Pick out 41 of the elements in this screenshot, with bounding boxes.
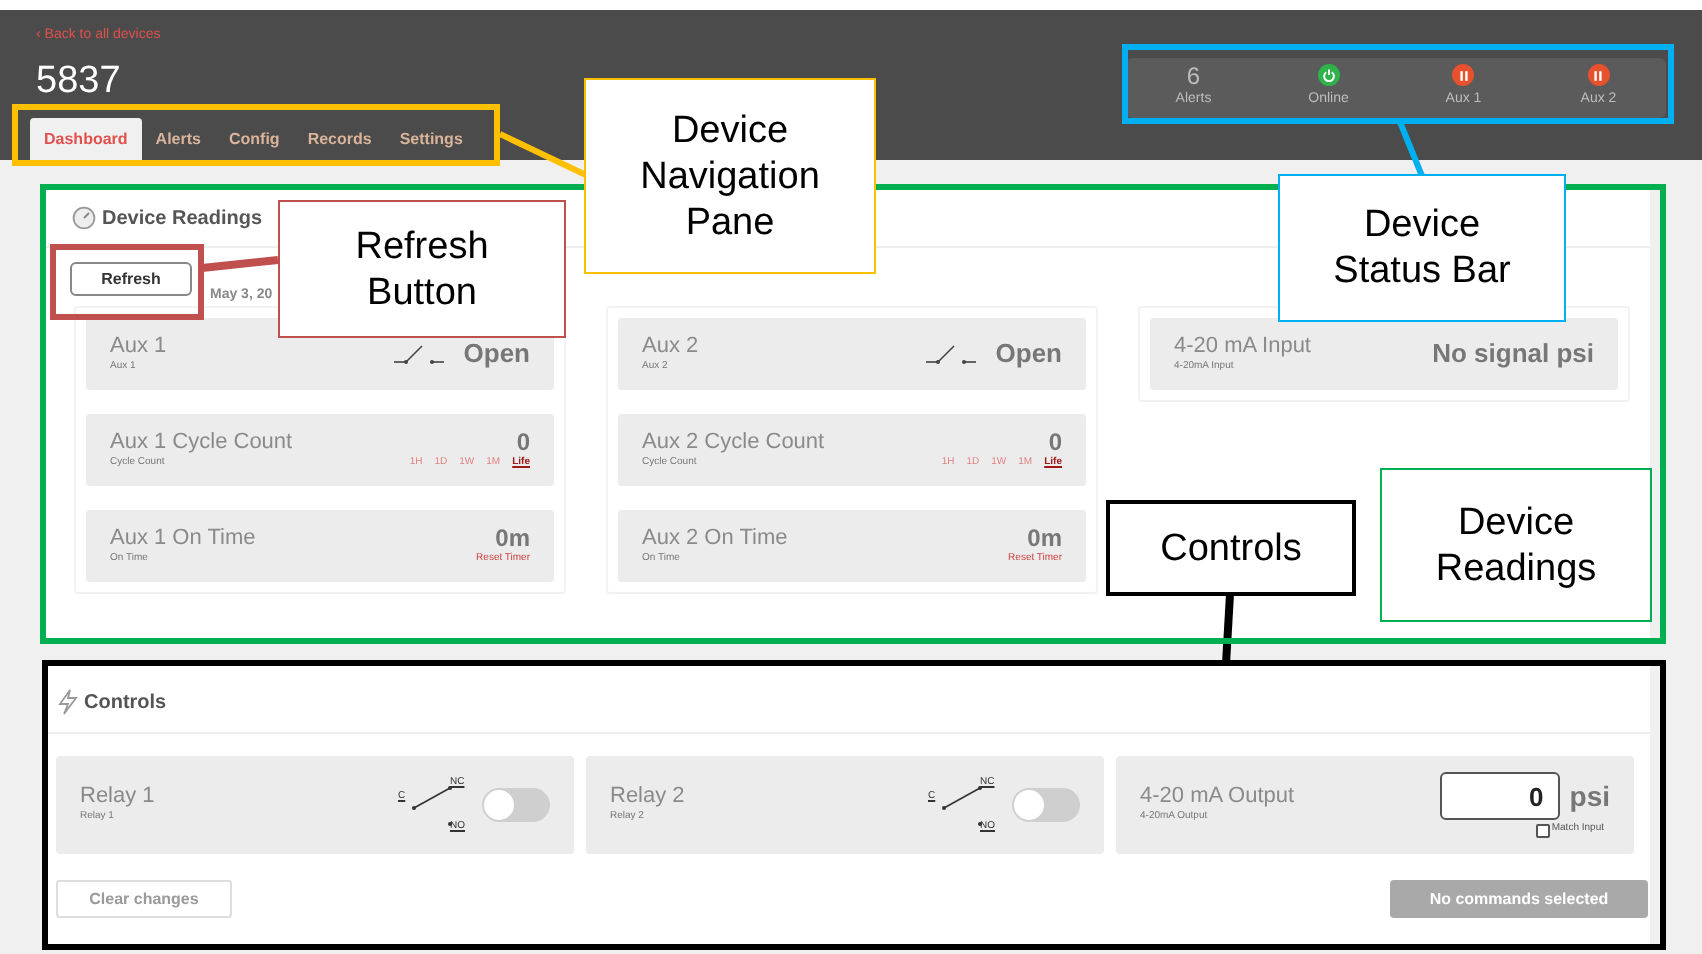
tile-title: 4-20 mA Input: [1174, 333, 1311, 360]
nav-tab[interactable]: Config: [214, 118, 294, 160]
switch-icon: [925, 341, 980, 367]
section-title: Controls: [84, 689, 167, 717]
toggle-switch[interactable]: [1012, 788, 1080, 822]
nav-tab[interactable]: Records: [293, 118, 386, 160]
lightning-icon: [56, 688, 80, 716]
callout-label: Refresh Button: [278, 200, 566, 338]
tile-title: Aux 1 Cycle Count: [110, 429, 293, 456]
reading-value: 0: [1048, 428, 1062, 457]
reading-value: 0m: [1027, 524, 1062, 553]
nav-tab[interactable]: Alerts: [141, 118, 215, 160]
callout-label: Device Navigation Pane: [584, 78, 876, 274]
reading-value: Open: [463, 336, 530, 373]
tile-title: Aux 2 On Time: [642, 525, 788, 552]
tile-title: Aux 2 Cycle Count: [642, 429, 825, 456]
tile-title: 4-20 mA Output: [1140, 784, 1295, 811]
section-title: Device Readings: [102, 205, 263, 233]
toggle-switch[interactable]: [482, 788, 550, 822]
callout-label: Device Status Bar: [1278, 174, 1566, 322]
nav-tab[interactable]: Dashboard: [30, 118, 142, 160]
tile-title: Aux 2: [642, 333, 699, 360]
reading-value: 0m: [495, 524, 530, 553]
reading-value: Open: [995, 336, 1062, 373]
checkbox[interactable]: [1535, 823, 1550, 837]
device-title: 5837: [36, 61, 121, 99]
callout-label: Device Readings: [1380, 468, 1652, 622]
tile-title: Aux 1: [110, 333, 167, 360]
tile-title: Relay 1: [80, 784, 155, 811]
reading-value: No signal psi: [1432, 336, 1594, 373]
alert-count: 6: [1186, 64, 1201, 91]
nav-tab[interactable]: Settings: [385, 118, 477, 160]
tile-title: Relay 2: [610, 784, 685, 811]
gauge-icon: [72, 206, 96, 230]
number-input-field[interactable]: 0: [1439, 772, 1560, 821]
refresh-button[interactable]: Refresh: [70, 262, 192, 296]
switch-icon: [393, 341, 448, 367]
tile-title: Aux 1 On Time: [110, 525, 256, 552]
callout-label: Controls: [1106, 500, 1356, 596]
unit-label: psi: [1569, 777, 1610, 816]
reading-value: 0: [516, 428, 530, 457]
